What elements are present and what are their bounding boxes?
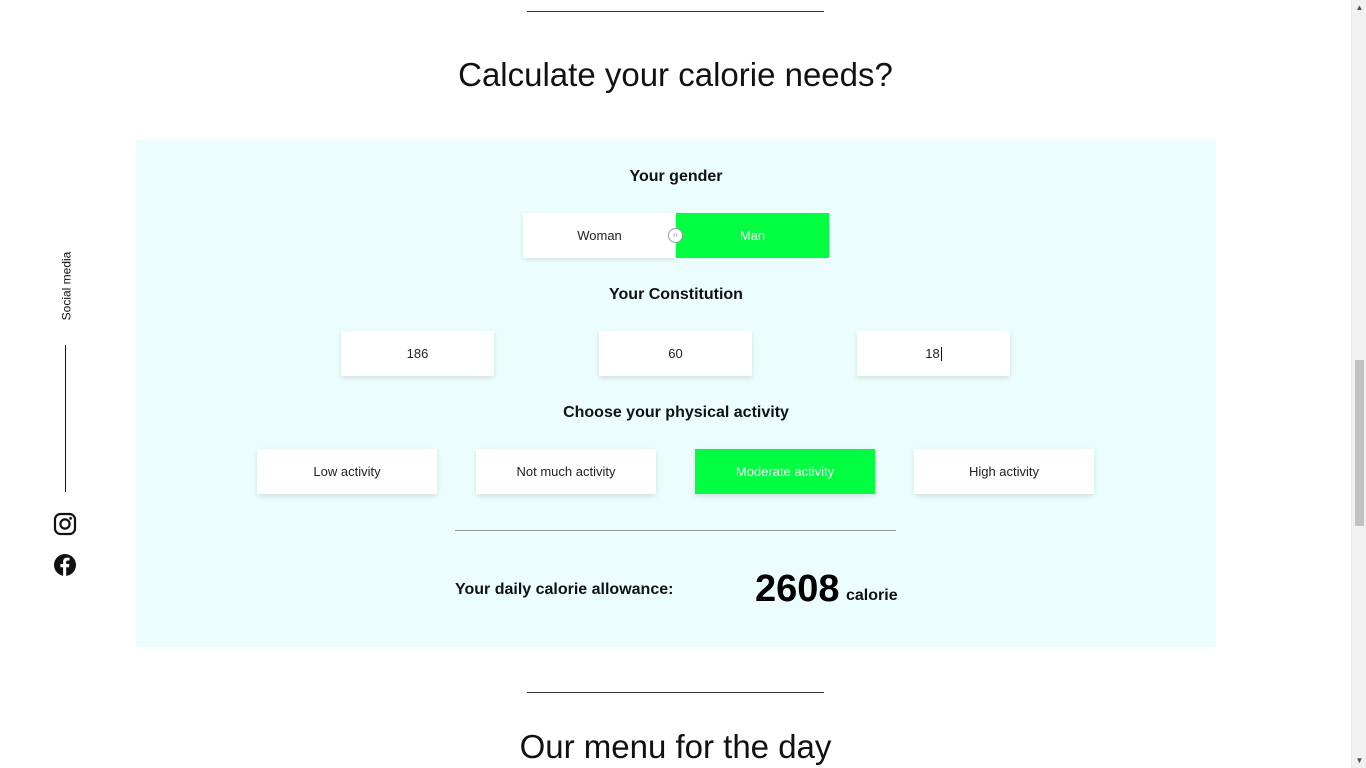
gender-heading: Your gender xyxy=(629,168,723,185)
constitution-heading: Your Constitution xyxy=(609,286,743,303)
allowance-label: Your daily calorie allowance: xyxy=(455,581,674,598)
scroll-down-arrow-icon[interactable]: ▼ xyxy=(1352,753,1366,768)
social-divider xyxy=(65,345,66,492)
section-divider-top xyxy=(527,11,824,12)
activity-moderate-button[interactable]: Moderate activity xyxy=(695,449,875,494)
scroll-thumb[interactable] xyxy=(1355,360,1364,526)
gender-toggle-handle[interactable]: ‹› xyxy=(668,228,683,243)
calculator-title: Calculate your calorie needs? xyxy=(458,56,893,93)
activity-not-much-button[interactable]: Not much activity xyxy=(476,449,656,494)
text-cursor xyxy=(940,346,942,361)
instagram-icon[interactable] xyxy=(53,512,77,536)
activity-high-button[interactable]: High activity xyxy=(914,449,1094,494)
height-input[interactable]: 186 xyxy=(341,331,494,376)
social-media-label: Social media xyxy=(59,251,74,321)
allowance-unit: calorie xyxy=(846,587,898,604)
scroll-up-arrow-icon[interactable]: ▲ xyxy=(1352,0,1366,15)
weight-value: 60 xyxy=(668,346,683,361)
page-scrollbar[interactable]: ▲ ▼ xyxy=(1351,0,1366,768)
weight-input[interactable]: 60 xyxy=(599,331,752,376)
page: Calculate your calorie needs? Social med… xyxy=(0,0,1366,768)
menu-title: Our menu for the day xyxy=(519,728,832,765)
gender-woman-button[interactable]: Woman xyxy=(523,213,676,258)
gender-man-button[interactable]: Man xyxy=(676,213,829,258)
age-value: 18 xyxy=(925,346,940,361)
facebook-icon[interactable] xyxy=(53,553,77,577)
age-input[interactable]: 18 xyxy=(857,331,1010,376)
height-value: 186 xyxy=(406,346,429,361)
result-divider xyxy=(455,530,896,531)
activity-heading: Choose your physical activity xyxy=(563,404,789,421)
calorie-calculator-panel: Your gender Woman Man ‹› Your Constituti… xyxy=(136,140,1216,647)
social-media-label-wrap: Social media xyxy=(48,248,84,324)
section-divider-bottom xyxy=(527,692,824,693)
allowance-value: 2608 xyxy=(755,568,840,610)
activity-low-button[interactable]: Low activity xyxy=(257,449,437,494)
